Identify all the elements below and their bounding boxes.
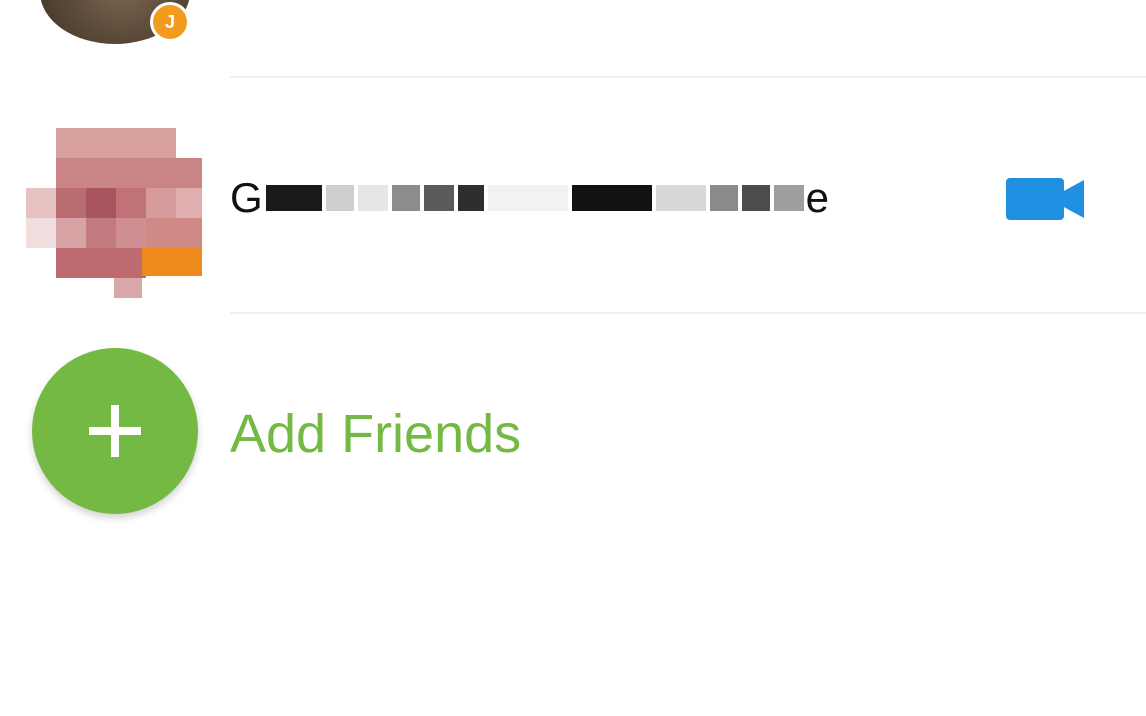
contact-name-end: e (805, 174, 831, 221)
contact-name-start: G (230, 174, 264, 221)
contacts-screen: J G e Add Friends (0, 0, 1146, 716)
video-camera-icon (1006, 178, 1084, 220)
list-divider-1 (230, 76, 1146, 78)
status-badge-glyph: J (164, 11, 175, 32)
add-friends-label[interactable]: Add Friends (230, 404, 521, 464)
contact-row[interactable]: G e (0, 82, 1146, 312)
add-friends-button[interactable] (32, 348, 198, 514)
contact-avatar-pixelated[interactable] (26, 128, 202, 298)
contact-name-redacted[interactable]: G e (230, 174, 831, 221)
add-friends-row[interactable]: Add Friends (0, 340, 1146, 530)
list-divider-2 (230, 312, 1146, 314)
plus-icon (89, 405, 141, 457)
video-call-button[interactable] (1000, 174, 1090, 224)
status-badge: J (150, 2, 190, 42)
